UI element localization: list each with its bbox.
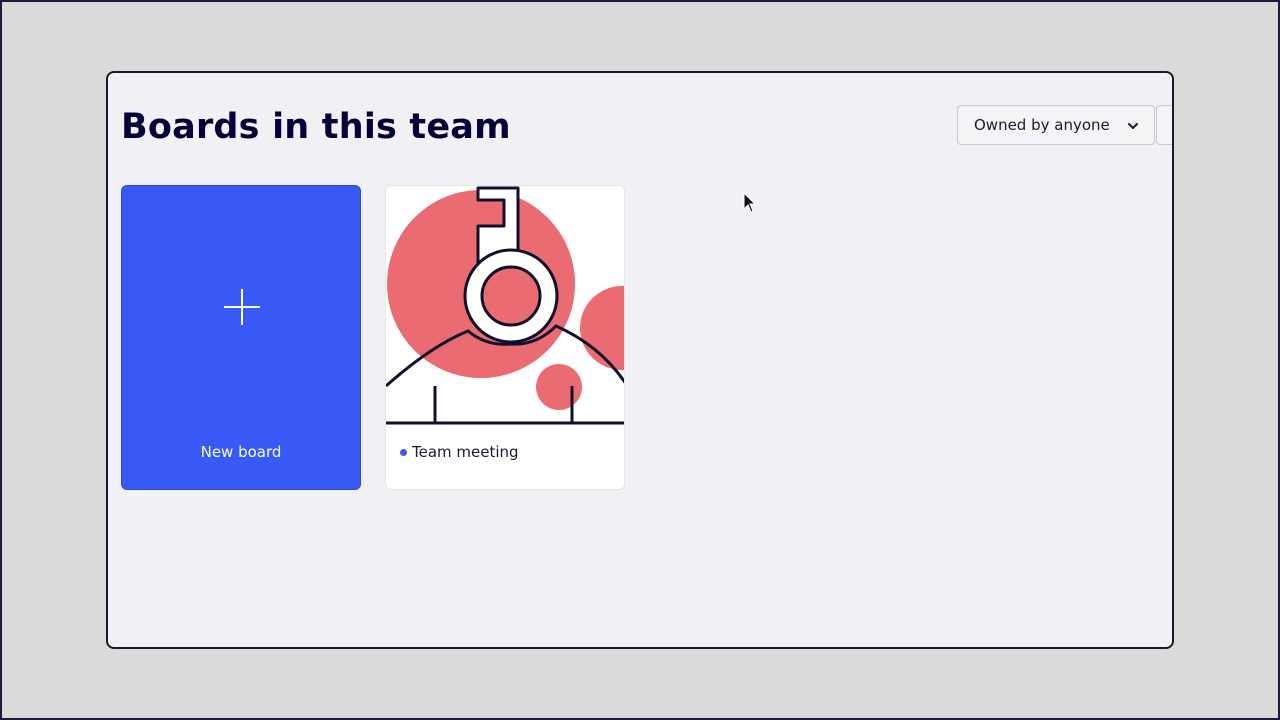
- chevron-down-icon: [1128, 123, 1138, 129]
- boards-panel: Boards in this team Owned by anyone New …: [106, 71, 1174, 649]
- owner-filter-value: Owned by anyone: [974, 116, 1110, 134]
- board-card[interactable]: Team meeting: [385, 185, 625, 490]
- board-title-row: Team meeting: [400, 443, 519, 461]
- board-name: Team meeting: [412, 443, 519, 461]
- board-thumbnail: [386, 186, 624, 428]
- board-status-dot: [400, 448, 407, 456]
- new-board-label: New board: [200, 443, 282, 461]
- mouse-cursor-icon: [743, 192, 757, 213]
- plus-icon: [224, 289, 260, 325]
- owner-filter-dropdown[interactable]: Owned by anyone: [957, 105, 1155, 145]
- page-title: Boards in this team: [121, 107, 511, 147]
- sort-dropdown[interactable]: [1156, 105, 1172, 145]
- new-board-card[interactable]: New board: [121, 185, 361, 490]
